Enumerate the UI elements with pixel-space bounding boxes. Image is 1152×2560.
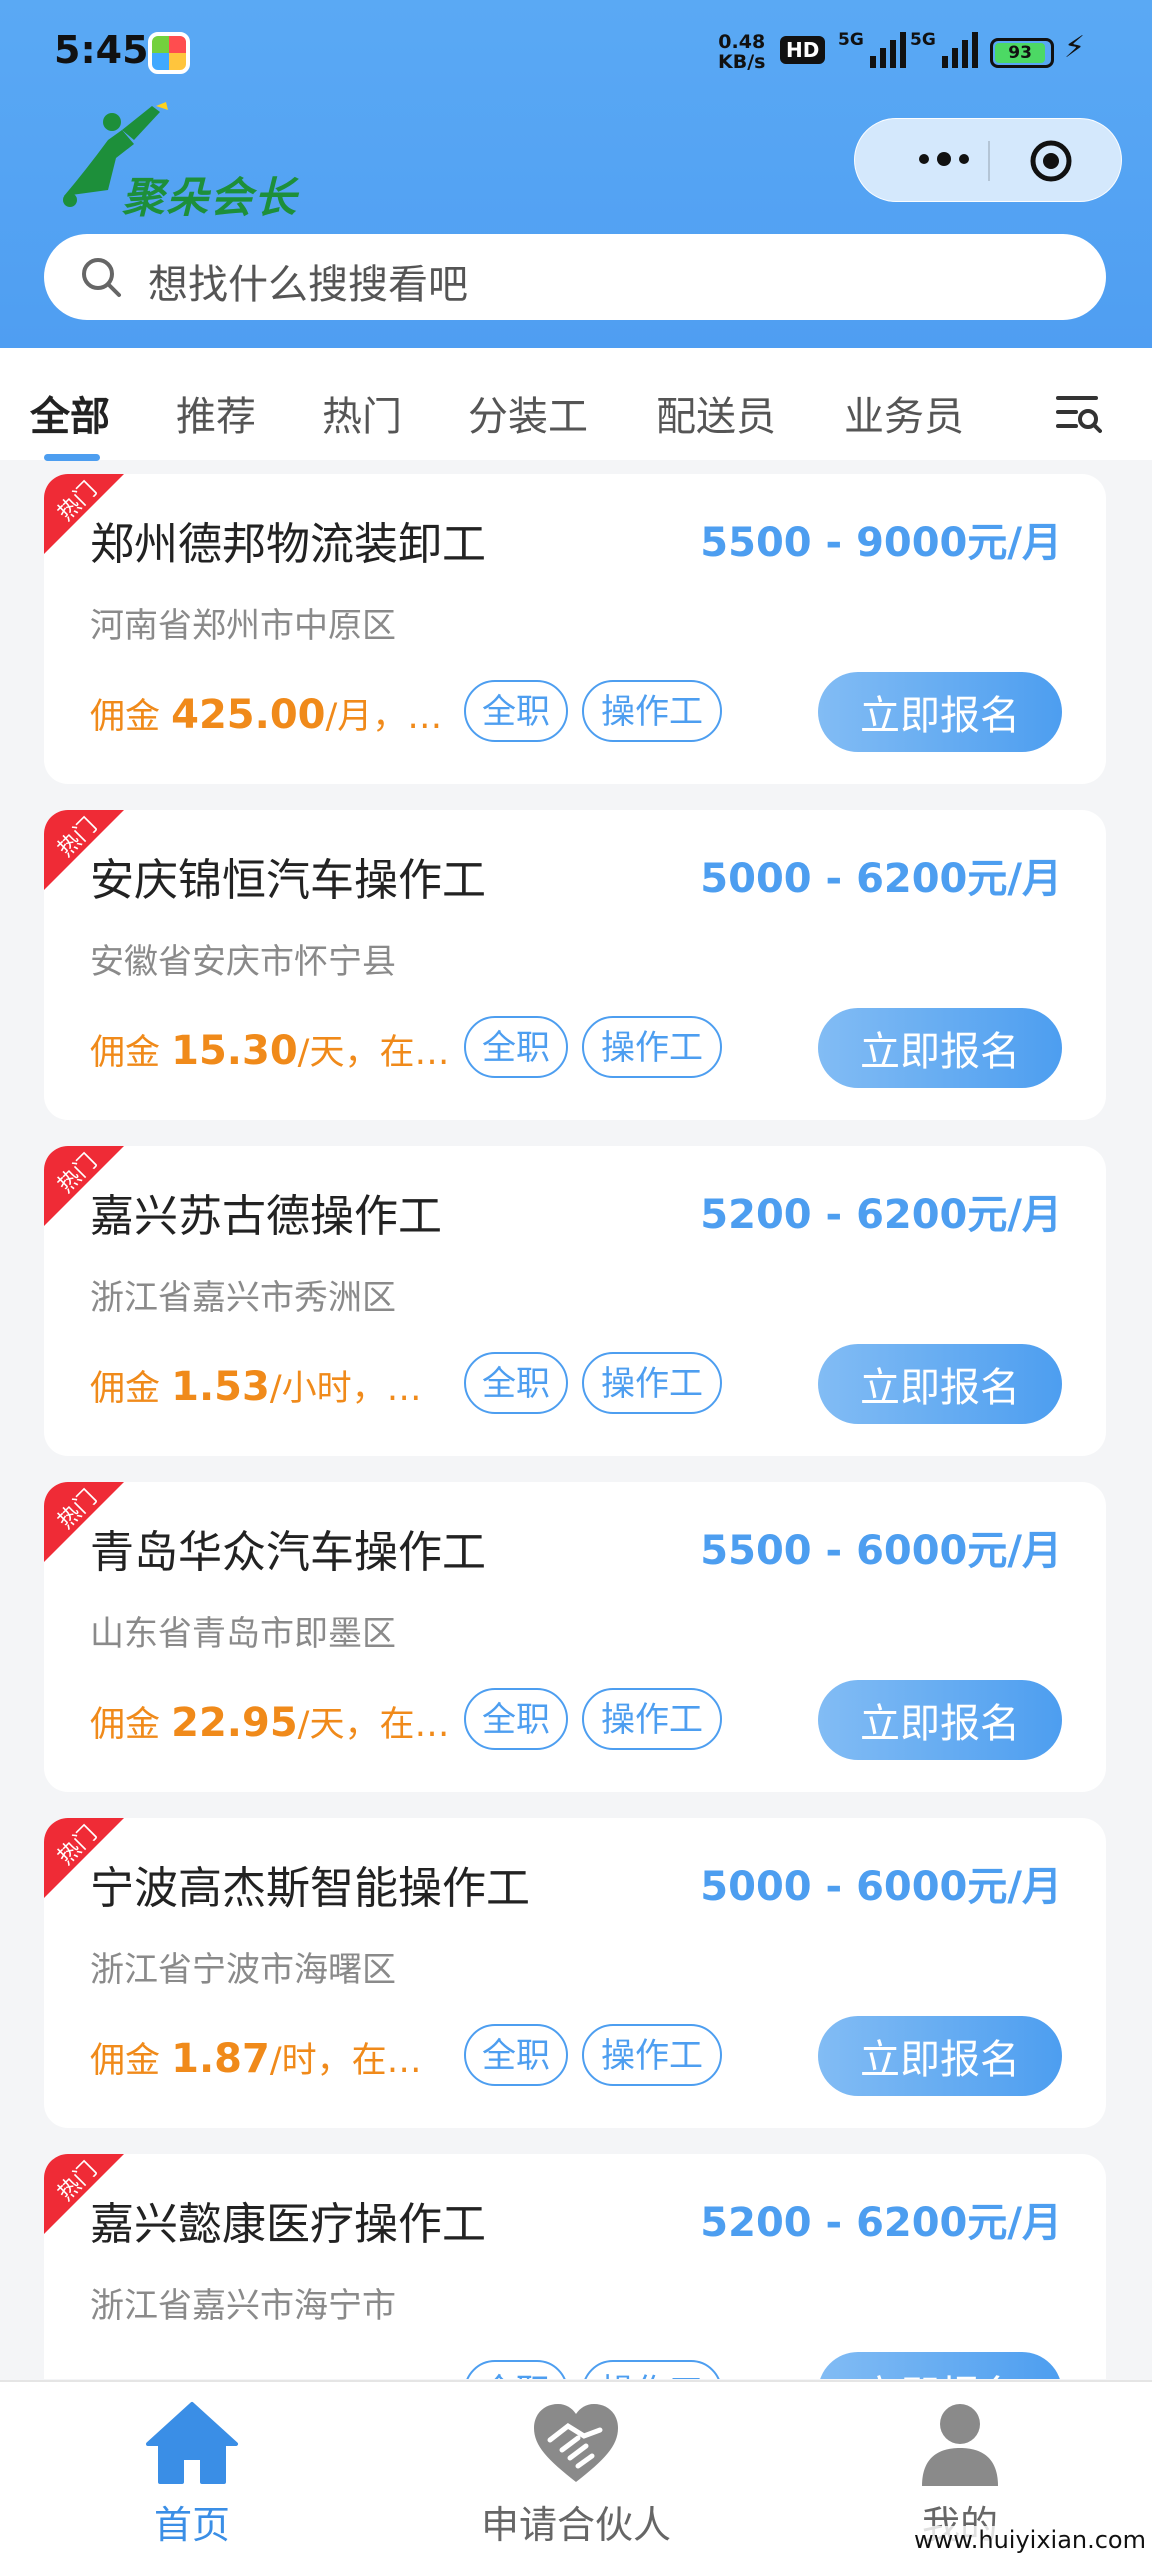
header: 5:45 0.48 KB/s HD 5G 5G 93 ⚡ 聚朵会长 想找什么搜搜… — [0, 0, 1152, 348]
tag-full-time: 全职 — [464, 680, 568, 742]
network-speed: 0.48 KB/s — [718, 32, 765, 72]
close-target-icon[interactable] — [1029, 139, 1073, 183]
job-salary: 5200 - 6200元/月 — [700, 1192, 1062, 1238]
user-icon — [922, 2404, 998, 2486]
network-speed-value: 0.48 — [718, 31, 766, 53]
job-location: 山东省青岛市即墨区 — [90, 1614, 396, 1654]
category-tabs: 全部 推荐 热门 分装工 配送员 业务员 — [0, 348, 1152, 460]
job-salary: 5200 - 6200元/月 — [700, 2200, 1062, 2246]
bottom-nav: 首页 申请合伙人 我的 www.huiyixian.com — [0, 2380, 1152, 2560]
tab-packer[interactable]: 分装工 — [468, 384, 588, 442]
network-type-2: 5G — [910, 30, 936, 50]
network-speed-unit: KB/s — [718, 51, 766, 73]
tag-operator: 操作工 — [582, 2360, 722, 2379]
job-commission: 佣金 22.95/天，在… — [90, 1700, 450, 1746]
job-location: 浙江省嘉兴市秀洲区 — [90, 1278, 396, 1318]
tab-recommended[interactable]: 推荐 — [176, 384, 256, 442]
job-title: 嘉兴懿康医疗操作工 — [90, 2199, 486, 2250]
search-icon — [82, 258, 121, 297]
job-location: 安徽省安庆市怀宁县 — [90, 942, 396, 982]
network-type-1: 5G — [838, 30, 864, 50]
signal-icon-2: 5G — [910, 30, 978, 68]
active-tab-indicator — [44, 454, 100, 461]
job-title: 郑州德邦物流装卸工 — [90, 519, 486, 570]
apply-button[interactable]: 立即报名 — [818, 1680, 1062, 1760]
job-card[interactable]: 热门 郑州德邦物流装卸工 5500 - 9000元/月 河南省郑州市中原区 佣金… — [44, 474, 1106, 784]
notification-app-icon — [148, 32, 190, 74]
home-icon — [146, 2402, 238, 2484]
job-salary: 5000 - 6200元/月 — [700, 856, 1062, 902]
tag-operator: 操作工 — [582, 1352, 722, 1414]
screen: 5:45 0.48 KB/s HD 5G 5G 93 ⚡ 聚朵会长 想找什么搜搜… — [0, 0, 1152, 2560]
tab-all[interactable]: 全部 — [30, 384, 110, 442]
battery-level: 93 — [995, 43, 1046, 63]
apply-button[interactable]: 立即报名 — [818, 672, 1062, 752]
apply-button[interactable]: 立即报名 — [818, 2016, 1062, 2096]
tag-operator: 操作工 — [582, 2024, 722, 2086]
nav-partner[interactable]: 申请合伙人 — [446, 2400, 706, 2549]
tag-full-time: 全职 — [464, 2360, 568, 2379]
capsule-divider — [988, 141, 990, 181]
logo-text: 聚朵会长 — [122, 173, 299, 222]
tag-full-time: 全职 — [464, 2024, 568, 2086]
status-time: 5:45 — [54, 28, 149, 72]
job-title: 安庆锦恒汽车操作工 — [90, 855, 486, 906]
job-commission: 佣金 1.87/时，在… — [90, 2036, 422, 2082]
job-card[interactable]: 热门 嘉兴苏古德操作工 5200 - 6200元/月 浙江省嘉兴市秀洲区 佣金 … — [44, 1146, 1106, 1456]
status-bar: 5:45 0.48 KB/s HD 5G 5G 93 ⚡ — [0, 0, 1152, 105]
job-location: 浙江省嘉兴市海宁市 — [90, 2286, 396, 2326]
job-salary: 5500 - 9000元/月 — [700, 520, 1062, 566]
battery-icon: 93 — [990, 38, 1054, 68]
tag-full-time: 全职 — [464, 1016, 568, 1078]
tab-hot[interactable]: 热门 — [322, 384, 402, 442]
job-commission: 佣金 425.00/月，… — [90, 692, 443, 738]
tag-full-time: 全职 — [464, 1352, 568, 1414]
nav-home[interactable]: 首页 — [62, 2400, 322, 2549]
tab-sales[interactable]: 业务员 — [844, 384, 964, 442]
job-title: 青岛华众汽车操作工 — [90, 1527, 486, 1578]
signal-icon: 5G — [838, 30, 906, 68]
handshake-icon — [534, 2404, 618, 2482]
job-commission: 佣金 1.53/小时，… — [90, 1364, 422, 1410]
job-card[interactable]: 热门 安庆锦恒汽车操作工 5000 - 6200元/月 安徽省安庆市怀宁县 佣金… — [44, 810, 1106, 1120]
tag-full-time: 全职 — [464, 1688, 568, 1750]
job-title: 宁波高杰斯智能操作工 — [90, 1863, 530, 1914]
job-card[interactable]: 热门 嘉兴懿康医疗操作工 5200 - 6200元/月 浙江省嘉兴市海宁市 全职… — [44, 2154, 1106, 2379]
job-commission: 佣金 15.30/天，在… — [90, 1028, 450, 1074]
nav-home-label: 首页 — [153, 2503, 230, 2547]
charging-icon: ⚡ — [1064, 30, 1086, 65]
tab-delivery[interactable]: 配送员 — [656, 384, 776, 442]
search-bar[interactable]: 想找什么搜搜看吧 — [44, 234, 1106, 320]
nav-partner-label: 申请合伙人 — [480, 2503, 671, 2547]
apply-button[interactable]: 立即报名 — [818, 2352, 1062, 2379]
tag-operator: 操作工 — [582, 1688, 722, 1750]
hd-badge: HD — [780, 36, 826, 64]
tag-operator: 操作工 — [582, 680, 722, 742]
watermark: www.huiyixian.com — [914, 2526, 1146, 2554]
job-title: 嘉兴苏古德操作工 — [90, 1191, 442, 1242]
job-list[interactable]: 热门 郑州德邦物流装卸工 5500 - 9000元/月 河南省郑州市中原区 佣金… — [0, 474, 1152, 2379]
filter-search-icon[interactable] — [1056, 392, 1102, 436]
apply-button[interactable]: 立即报名 — [818, 1344, 1062, 1424]
more-icon[interactable] — [899, 139, 989, 179]
tag-operator: 操作工 — [582, 1016, 722, 1078]
mini-program-capsule — [854, 118, 1122, 202]
apply-button[interactable]: 立即报名 — [818, 1008, 1062, 1088]
job-card[interactable]: 热门 宁波高杰斯智能操作工 5000 - 6000元/月 浙江省宁波市海曙区 佣… — [44, 1818, 1106, 2128]
job-card[interactable]: 热门 青岛华众汽车操作工 5500 - 6000元/月 山东省青岛市即墨区 佣金… — [44, 1482, 1106, 1792]
app-logo: 聚朵会长 — [56, 100, 326, 222]
job-location: 浙江省宁波市海曙区 — [90, 1950, 396, 1990]
job-salary: 5500 - 6000元/月 — [700, 1528, 1062, 1574]
job-salary: 5000 - 6000元/月 — [700, 1864, 1062, 1910]
search-placeholder: 想找什么搜搜看吧 — [148, 262, 468, 308]
job-location: 河南省郑州市中原区 — [90, 606, 396, 646]
